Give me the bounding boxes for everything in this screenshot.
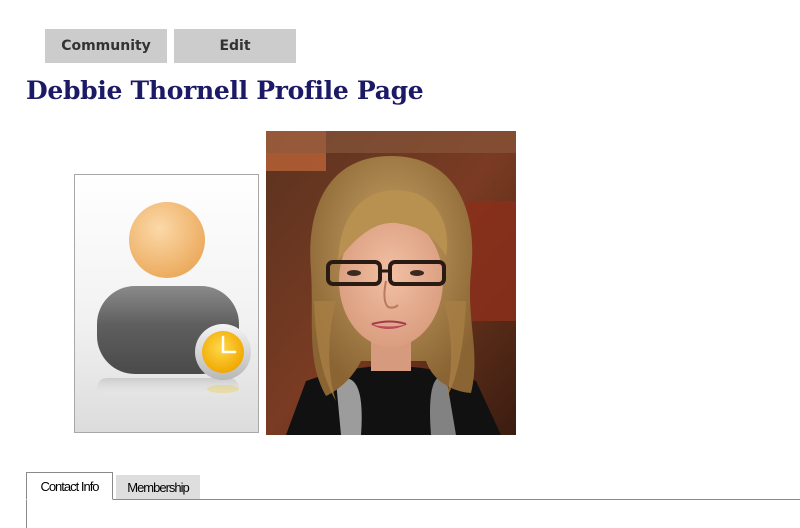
profile-tabs: Contact Info Membership xyxy=(26,472,800,528)
top-nav: Community Edit xyxy=(45,29,296,63)
edit-button[interactable]: Edit xyxy=(174,29,296,63)
tab-membership[interactable]: Membership xyxy=(116,475,200,499)
default-avatar-placeholder xyxy=(74,174,259,433)
tab-panel-border xyxy=(26,500,27,528)
tab-contact-info[interactable]: Contact Info xyxy=(26,472,113,500)
community-button[interactable]: Community xyxy=(45,29,167,63)
user-pending-clock-icon xyxy=(97,202,251,398)
profile-photo xyxy=(266,131,516,435)
tabs-divider xyxy=(26,499,800,500)
page-title: Debbie Thornell Profile Page xyxy=(26,76,424,105)
woman-portrait-icon xyxy=(266,131,516,435)
